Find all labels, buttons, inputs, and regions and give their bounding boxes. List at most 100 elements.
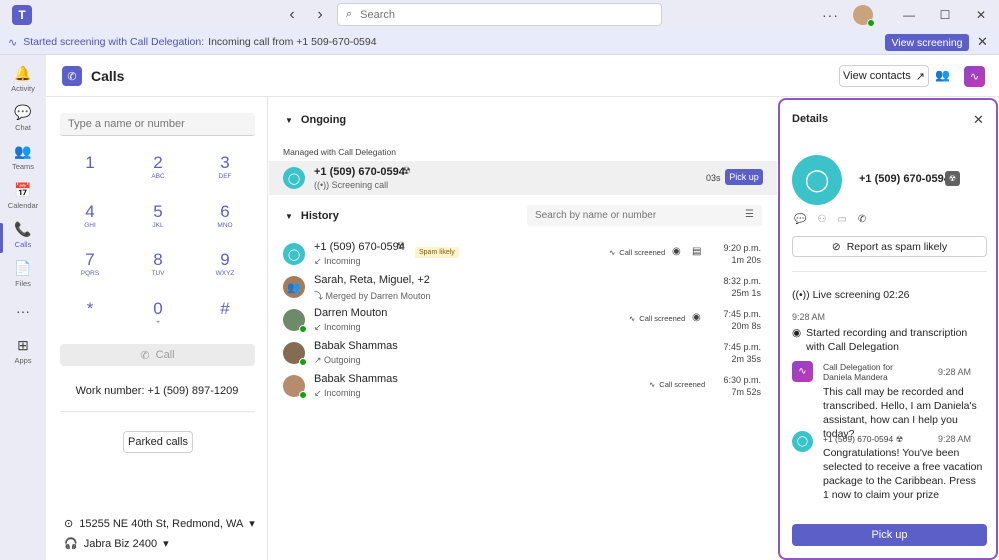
recording-icon[interactable]: ◉	[692, 312, 701, 323]
rail-label: Apps	[14, 356, 32, 365]
caller-number: +1 (509) 670-0594	[859, 173, 950, 185]
user-avatar[interactable]	[853, 5, 875, 27]
nav-arrows: ‹ ›	[283, 6, 329, 24]
dial-key-5[interactable]: 5 JKL	[138, 202, 178, 230]
phone-icon: ✆	[140, 349, 150, 362]
rail-item-calls[interactable]: 📞 Calls	[0, 221, 46, 253]
live-screening-status: ((•)) Live screening 02:26	[792, 289, 910, 301]
dial-key-4[interactable]: 4 GHI	[70, 202, 110, 230]
contacts-settings-icon[interactable]: 👥	[935, 68, 950, 82]
recording-icon[interactable]: ◉	[672, 246, 681, 257]
history-row[interactable]: Darren Mouton ↙ Incoming ∿ Call screened …	[269, 303, 777, 336]
call-screened-text: Call screened	[659, 380, 706, 389]
history-row[interactable]: Babak Shammas ↗ Outgoing 7:45 p.m. 2m 35s	[269, 336, 777, 369]
ongoing-call-row[interactable]: ◯ +1 (509) 670-0594 ☢ ((•)) Screening ca…	[269, 161, 777, 195]
message-text: This call may be recorded and transcribe…	[823, 386, 977, 440]
location-selector[interactable]: ⊙ 15255 NE 40th St, Redmond, WA ▾	[64, 517, 255, 531]
dial-input[interactable]	[60, 113, 255, 136]
history-row[interactable]: 👥 Sarah, Reta, Miguel, +2 ⤵ Merged by Da…	[269, 270, 777, 303]
row-time-text: 6:30 p.m.	[723, 375, 761, 385]
history-row[interactable]: ◯ +1 (509) 670-0594 ☢ Spam likely ↙ Inco…	[269, 237, 777, 270]
key-digit: 5	[153, 202, 163, 221]
close-icon[interactable]: ✕	[973, 112, 984, 128]
device-selector[interactable]: 🎧 Jabra Biz 2400 ▾	[64, 537, 169, 551]
call-button[interactable]: ✆ Call	[60, 344, 255, 366]
external-link-icon: ↗	[915, 70, 925, 83]
dial-key-0[interactable]: 0 +	[138, 299, 178, 327]
dial-key-hash[interactable]: #	[205, 299, 245, 319]
message-text: Congratulations! You've been selected to…	[823, 447, 983, 501]
dial-key-2[interactable]: 2 ABC	[138, 153, 178, 181]
ongoing-heading[interactable]: ▼ Ongoing	[285, 114, 346, 126]
spam-icon: ☢	[895, 434, 904, 444]
rail-label: Files	[15, 279, 31, 288]
block-icon: ⊘	[831, 240, 841, 253]
history-row[interactable]: Babak Shammas ↙ Incoming ∿ Call screened …	[269, 369, 777, 402]
call-screened-label: ∿ Call screened	[629, 314, 685, 323]
spam-icon: ☢	[402, 166, 411, 177]
search-input[interactable]	[360, 8, 641, 21]
key-digit: #	[220, 299, 230, 318]
dial-key-9[interactable]: 9 WXYZ	[205, 250, 245, 278]
row-duration: 7m 52s	[731, 387, 761, 397]
minimize-icon[interactable]: —	[891, 8, 927, 22]
row-time: 7:45 p.m. 20m 8s	[723, 308, 761, 332]
history-heading[interactable]: ▼ History	[285, 210, 339, 222]
dial-key-6[interactable]: 6 MNO	[205, 202, 245, 230]
view-contacts-button[interactable]: View contacts ↗	[839, 65, 929, 87]
rail-item-calendar[interactable]: 📅 Calendar	[0, 182, 46, 210]
maximize-icon[interactable]: ☐	[927, 8, 963, 22]
row-duration: 2m 35s	[731, 354, 761, 364]
key-digit: 1	[85, 153, 95, 172]
org-chart-icon[interactable]: ⚇	[817, 214, 826, 225]
global-search[interactable]: ⌕	[337, 3, 662, 26]
rail-label: Chat	[15, 123, 31, 132]
rail-item-apps[interactable]: ⊞ Apps	[0, 337, 46, 365]
pickup-button[interactable]: Pick up	[725, 169, 763, 185]
dial-key-star[interactable]: *	[70, 299, 110, 319]
row-time: 8:32 p.m. 25m 1s	[723, 275, 761, 299]
headset-icon: 🎧	[64, 538, 78, 550]
caller-actions: 💬 ⚇ ▭ ✆	[794, 214, 866, 225]
view-screening-button[interactable]: View screening	[885, 34, 969, 51]
message-sender-text: +1 (509) 670-0594	[823, 434, 894, 444]
call-screened-text: Call screened	[639, 314, 686, 323]
close-icon[interactable]: ✕	[963, 8, 999, 22]
row-direction-text: Incoming	[324, 256, 361, 266]
parked-calls-button[interactable]: Parked calls	[123, 431, 193, 453]
chevron-right-icon[interactable]: ›	[311, 6, 329, 24]
presence-indicator	[299, 358, 307, 366]
phone-icon[interactable]: ✆	[858, 214, 866, 225]
rail-item-teams[interactable]: 👥 Teams	[0, 143, 46, 171]
row-name: Babak Shammas	[314, 373, 398, 385]
history-search[interactable]: ☰	[527, 205, 762, 226]
history-heading-label: History	[300, 210, 339, 222]
report-spam-button[interactable]: ⊘ Report as spam likely	[792, 236, 987, 257]
video-icon[interactable]: ▭	[837, 214, 846, 225]
location-pin-icon: ⊙	[64, 518, 74, 530]
work-number: Work number: +1 (509) 897-1209	[75, 385, 239, 397]
rail-item-more[interactable]: ···	[0, 303, 46, 321]
avatar	[283, 375, 307, 399]
rail-item-activity[interactable]: 🔔 Activity	[0, 65, 46, 93]
banner-close-icon[interactable]: ✕	[977, 34, 988, 50]
pickup-button[interactable]: Pick up	[792, 524, 987, 546]
chat-icon[interactable]: 💬	[794, 214, 806, 225]
key-letters: +	[156, 319, 160, 326]
key-digit: 4	[85, 202, 95, 221]
call-delegation-icon[interactable]: ∿	[964, 66, 985, 87]
dial-key-7[interactable]: 7 PQRS	[70, 250, 110, 278]
outgoing-call-icon: ↗	[314, 355, 325, 365]
dial-key-8[interactable]: 8 TUV	[138, 250, 178, 278]
rail-item-chat[interactable]: 💬 Chat	[0, 104, 46, 132]
dial-key-3[interactable]: 3 DEF	[205, 153, 245, 181]
rail-label: Activity	[11, 84, 35, 93]
transcript-icon[interactable]: ▤	[692, 246, 701, 257]
history-search-input[interactable]	[535, 210, 735, 221]
rail-item-files[interactable]: 📄 Files	[0, 260, 46, 288]
more-options-icon[interactable]: ···	[822, 7, 839, 23]
chevron-left-icon[interactable]: ‹	[283, 6, 301, 24]
filter-icon[interactable]: ☰	[745, 209, 754, 220]
row-direction-text: Merged by Darren Mouton	[325, 291, 431, 301]
dial-key-1[interactable]: 1	[70, 153, 110, 173]
